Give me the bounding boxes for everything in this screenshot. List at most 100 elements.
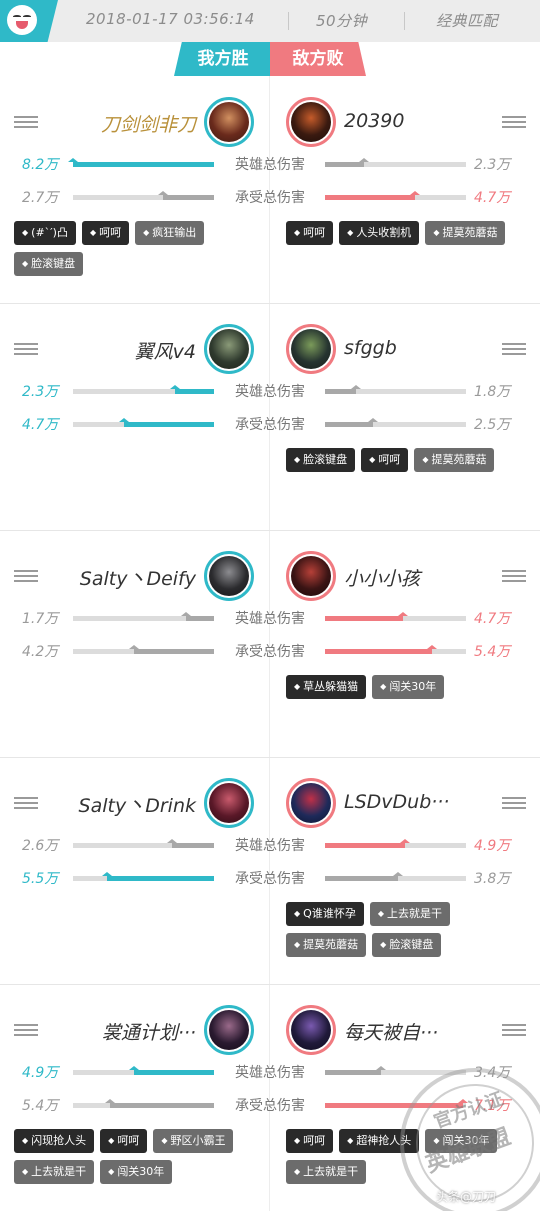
match-mode: 经典匹配 — [436, 12, 499, 30]
player-tag[interactable]: 人头收割机 — [339, 221, 420, 245]
hero-damage-value: 1.7万 — [22, 611, 59, 627]
player-tag[interactable]: 呵呵 — [100, 1129, 148, 1153]
player-name[interactable]: 翼风v4 — [135, 337, 196, 364]
player-tag[interactable]: 脸滚键盘 — [286, 448, 356, 472]
tab-enemy-team-lose[interactable]: 敌方败 — [270, 42, 366, 76]
champion-avatar[interactable] — [204, 1005, 254, 1055]
damage-taken-label: 承受总伤害 — [235, 871, 305, 887]
hero-damage-bar — [325, 839, 466, 848]
player-tag[interactable]: 闯关30年 — [372, 675, 445, 699]
player-tag[interactable]: 草丛躲猫猫 — [286, 675, 367, 699]
bar-marker — [68, 158, 78, 162]
player-row: Salty丶Deify 1.7万 4.2万 小小小孩 4.7万 5.4万草丛躲猫猫闯关30… — [0, 530, 540, 757]
player-tag[interactable]: Q谁谁怀孕 — [286, 902, 364, 926]
hero-damage-value: 8.2万 — [22, 157, 59, 173]
menu-icon[interactable] — [502, 343, 526, 357]
player-tags: Q谁谁怀孕上去就是干提莫苑蘑菇脸滚键盘 — [286, 902, 516, 957]
player-name[interactable]: 20390 — [344, 110, 404, 132]
player-tags: 呵呵人头收割机提莫苑蘑菇 — [286, 221, 516, 245]
player-tag[interactable]: 提莫苑蘑菇 — [425, 221, 506, 245]
player-tag[interactable]: 脸滚键盘 — [372, 933, 442, 957]
bar-fill — [107, 876, 214, 881]
player-name[interactable]: 刀剑剑非刀 — [101, 110, 196, 137]
tab-our-team-win[interactable]: 我方胜 — [174, 42, 272, 76]
player-name[interactable]: Salty丶Deify — [80, 564, 196, 591]
bar-marker — [351, 385, 361, 389]
bar-fill — [325, 616, 403, 621]
hero-damage-bar — [325, 612, 466, 621]
damage-taken-value: 5.5万 — [22, 871, 59, 887]
player-name[interactable]: sfggb — [344, 337, 397, 359]
hero-damage-value: 2.3万 — [474, 157, 511, 173]
bar-fill — [172, 843, 214, 848]
player-name[interactable]: 每天被自··· — [344, 1018, 438, 1045]
player-name[interactable]: LSDvDub··· — [344, 791, 449, 813]
bar-fill — [325, 422, 373, 427]
app-logo-tab[interactable] — [0, 0, 58, 42]
player-tag[interactable]: 闪现抢人头 — [14, 1129, 95, 1153]
hero-damage-bar — [325, 158, 466, 167]
player-tag[interactable]: 呵呵 — [361, 448, 409, 472]
hero-damage-label: 英雄总伤害 — [235, 838, 305, 854]
damage-taken-bar — [73, 872, 214, 881]
champion-avatar[interactable] — [286, 97, 336, 147]
champion-avatar[interactable] — [204, 778, 254, 828]
hero-damage-bar — [325, 385, 466, 394]
player-name[interactable]: 小小小孩 — [344, 564, 420, 591]
champion-avatar[interactable] — [286, 551, 336, 601]
player-tags: 脸滚键盘呵呵提莫苑蘑菇 — [286, 448, 516, 472]
damage-taken-bar — [73, 645, 214, 654]
divider — [404, 12, 405, 30]
champion-avatar[interactable] — [286, 324, 336, 374]
menu-icon[interactable] — [502, 116, 526, 130]
menu-icon[interactable] — [14, 570, 38, 584]
menu-icon[interactable] — [502, 797, 526, 811]
bar-marker — [410, 191, 420, 195]
bar-marker — [359, 158, 369, 162]
menu-icon[interactable] — [14, 1024, 38, 1038]
player-tag[interactable]: 提莫苑蘑菇 — [286, 933, 367, 957]
menu-icon[interactable] — [14, 797, 38, 811]
menu-icon[interactable] — [14, 116, 38, 130]
player-tag[interactable]: 上去就是干 — [286, 1160, 367, 1184]
player-tag[interactable]: 呵呵 — [81, 221, 130, 245]
bar-marker — [119, 418, 129, 422]
player-name[interactable]: 裳通计划··· — [102, 1018, 196, 1045]
player-tag[interactable]: 野区小霸王 — [153, 1129, 234, 1153]
player-name[interactable]: Salty丶Drink — [79, 791, 196, 818]
hero-damage-value: 4.7万 — [474, 611, 511, 627]
champion-avatar[interactable] — [204, 97, 254, 147]
damage-taken-bar — [73, 191, 214, 200]
champion-avatar[interactable] — [204, 324, 254, 374]
bar-marker — [427, 645, 437, 649]
hero-damage-value: 4.9万 — [474, 838, 511, 854]
hero-damage-label: 英雄总伤害 — [235, 611, 305, 627]
divider — [288, 12, 289, 30]
player-tag[interactable]: 提莫苑蘑菇 — [414, 448, 495, 472]
player-tag[interactable]: 呵呵 — [286, 1129, 334, 1153]
player-tag[interactable]: 上去就是干 — [369, 902, 450, 926]
champion-avatar[interactable] — [204, 551, 254, 601]
menu-icon[interactable] — [502, 1024, 526, 1038]
damage-taken-value: 4.7万 — [22, 417, 59, 433]
bar-fill — [134, 649, 214, 654]
champion-avatar[interactable] — [286, 1005, 336, 1055]
menu-icon[interactable] — [502, 570, 526, 584]
player-tag[interactable]: (#`′)凸 — [14, 221, 76, 245]
bar-fill — [163, 195, 214, 200]
player-tag[interactable]: 闯关30年 — [100, 1160, 173, 1184]
bar-fill — [73, 162, 214, 167]
menu-icon[interactable] — [14, 343, 38, 357]
champion-avatar[interactable] — [286, 778, 336, 828]
bar-fill — [134, 1070, 214, 1075]
damage-taken-label: 承受总伤害 — [235, 644, 305, 660]
bar-marker — [105, 1099, 115, 1103]
player-tag[interactable]: 疯狂输出 — [135, 221, 205, 245]
player-tag[interactable]: 脸滚键盘 — [14, 252, 84, 276]
player-tag[interactable]: 呵呵 — [286, 221, 334, 245]
bar-marker — [368, 418, 378, 422]
damage-taken-bar — [73, 418, 214, 427]
player-tags: (#`′)凸呵呵疯狂输出脸滚键盘 — [14, 221, 244, 276]
player-tag[interactable]: 上去就是干 — [14, 1160, 95, 1184]
bar-marker — [102, 872, 112, 876]
